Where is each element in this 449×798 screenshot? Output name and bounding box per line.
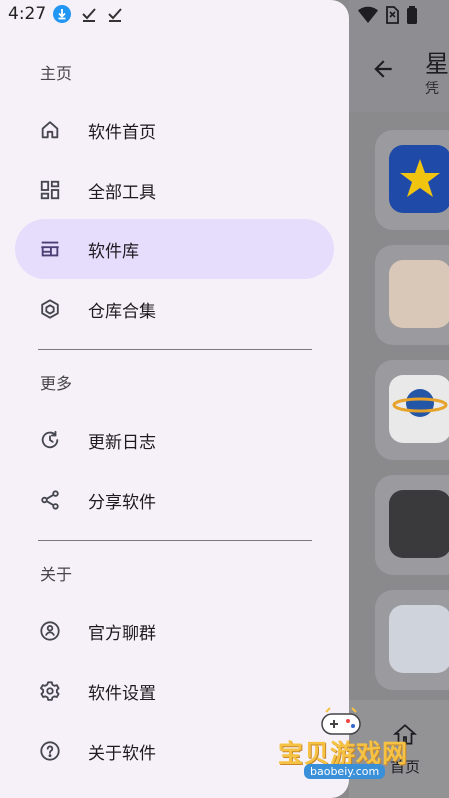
app-thumbnail: [389, 375, 449, 443]
history-icon: [39, 429, 61, 451]
battery-icon: [406, 6, 418, 28]
nav-item-label: 分享软件: [88, 492, 156, 513]
star-app-thumbnail: [389, 145, 449, 213]
watermark-logo: 宝贝游戏网 baobeiy.com: [270, 704, 449, 798]
nav-item-share-software[interactable]: 分享软件: [15, 470, 334, 530]
status-left-icons: [52, 4, 124, 28]
store-icon: [39, 238, 61, 260]
section-header-more: 更多: [40, 374, 73, 393]
nav-item-label: 关于软件: [88, 743, 156, 764]
nav-item-all-tools[interactable]: 全部工具: [15, 160, 334, 220]
gear-icon: [39, 680, 61, 702]
wifi-icon: [358, 6, 378, 28]
nav-item-label: 软件首页: [88, 122, 156, 143]
navigation-drawer: 主页 软件首页 全部工具 软件库 仓库合集 更多 更新日志 分享软件 关于 官方…: [0, 0, 349, 798]
check-icon: [106, 5, 124, 27]
watermark-url: baobeiy.com: [304, 764, 386, 779]
section-header-about: 关于: [40, 565, 73, 584]
back-arrow-icon: [370, 56, 396, 89]
group-icon: [39, 620, 61, 642]
nav-item-label: 软件设置: [88, 683, 156, 704]
nav-item-repository-collection[interactable]: 仓库合集: [15, 279, 334, 339]
nav-item-label: 全部工具: [88, 182, 156, 203]
nav-item-changelog[interactable]: 更新日志: [15, 410, 334, 470]
section-header-home: 主页: [40, 64, 73, 83]
check-icon: [80, 5, 98, 27]
nav-item-software-home[interactable]: 软件首页: [15, 100, 334, 160]
nav-item-software-library[interactable]: 软件库: [15, 219, 334, 279]
status-time: 4:27: [8, 4, 47, 24]
cube-icon: [39, 298, 61, 320]
app-thumbnail: [389, 260, 449, 328]
nav-item-label: 仓库合集: [88, 301, 156, 322]
section-divider: [38, 540, 312, 541]
section-divider: [38, 349, 312, 350]
home-icon: [39, 119, 61, 141]
status-right-icons: [358, 6, 418, 28]
grid-icon: [39, 179, 61, 201]
background-title: 星: [425, 50, 449, 78]
app-thumbnail: [389, 605, 449, 673]
no-sim-icon: [384, 6, 400, 28]
app-thumbnail: [389, 490, 449, 558]
share-icon: [39, 489, 61, 511]
nav-item-label: 软件库: [88, 241, 139, 262]
download-icon: [52, 4, 72, 28]
nav-item-label: 官方聊群: [88, 623, 156, 644]
background-subtitle: 凭: [425, 81, 439, 97]
nav-item-official-chat-group[interactable]: 官方聊群: [15, 601, 334, 661]
nav-item-label: 更新日志: [88, 432, 156, 453]
help-icon: [39, 740, 61, 762]
